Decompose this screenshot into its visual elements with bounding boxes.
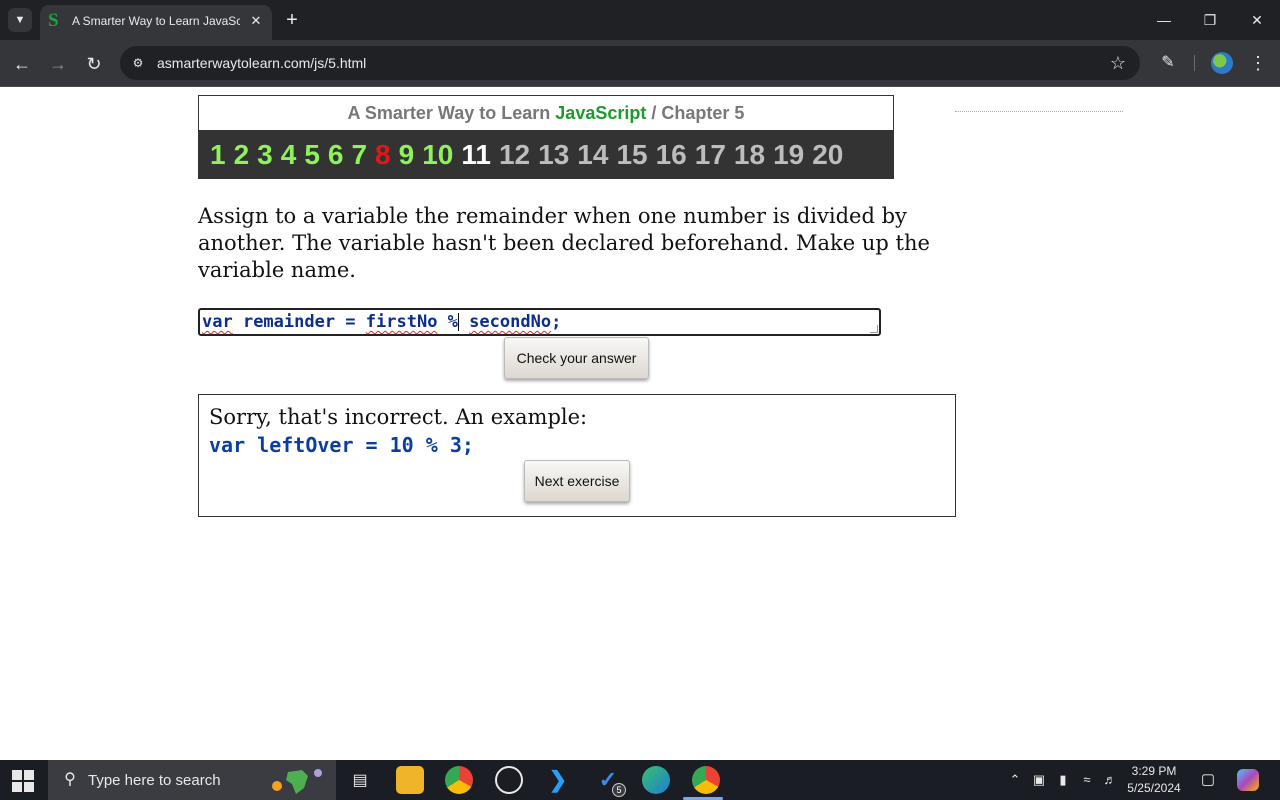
answer-input[interactable]: var remainder = firstNo % secondNo;	[198, 308, 881, 336]
taskbar-clock[interactable]: 3:29 PM 5/25/2024	[1122, 763, 1186, 797]
todo-badge: 5	[612, 783, 626, 797]
browser-tab[interactable]: S A Smarter Way to Learn JavaScript ✕	[40, 5, 272, 40]
search-icon: ⚲	[64, 771, 76, 788]
exercise-link-1[interactable]: 1	[210, 130, 226, 179]
exercise-link-15[interactable]: 15	[616, 130, 647, 179]
battery-icon[interactable]: ▮	[1054, 770, 1072, 790]
title-accent[interactable]: JavaScript	[555, 103, 646, 123]
site-favicon-icon: S	[48, 10, 59, 31]
exercise-link-9[interactable]: 9	[399, 130, 415, 179]
browser-toolbar: ← → ↻ ⚙ asmarterwaytolearn.com/js/5.html…	[0, 40, 1280, 87]
bookmark-star-icon[interactable]: ☆	[1108, 52, 1128, 74]
chatgpt-icon[interactable]	[495, 766, 523, 794]
toolbar-divider	[1194, 55, 1195, 71]
exercise-link-11[interactable]: 11	[461, 130, 491, 179]
feedback-message: Sorry, that's incorrect. An example:	[209, 405, 588, 429]
check-answer-button[interactable]: Check your answer	[504, 337, 649, 379]
exercise-link-16[interactable]: 16	[656, 130, 687, 179]
resize-grip-icon[interactable]	[870, 325, 878, 333]
chrome-icon[interactable]	[445, 766, 473, 794]
exercise-link-13[interactable]: 13	[538, 130, 569, 179]
windows-taskbar: ⚲ Type here to search ▤ ❯ ✓ 5 ⌃ ▣ ▮ ≈ ♬ 3…	[0, 760, 1280, 800]
site-settings-icon[interactable]: ⚙	[129, 54, 147, 72]
answer-text[interactable]: var remainder = firstNo % secondNo;	[202, 312, 561, 332]
restore-button[interactable]: ❐	[1200, 10, 1220, 30]
notifications-icon[interactable]: ▢	[1198, 770, 1218, 790]
next-exercise-button[interactable]: Next exercise	[524, 460, 630, 502]
clock-time: 3:29 PM	[1131, 764, 1177, 778]
task-view-icon[interactable]: ▤	[346, 766, 374, 794]
exercise-link-14[interactable]: 14	[577, 130, 608, 179]
example-code: var leftOver = 10 % 3;	[209, 433, 474, 457]
profile-avatar[interactable]	[1211, 52, 1233, 74]
copilot-icon[interactable]	[1237, 769, 1259, 791]
wifi-icon[interactable]: ≈	[1078, 770, 1096, 790]
exercise-link-20[interactable]: 20	[812, 130, 843, 179]
exercise-link-7[interactable]: 7	[351, 130, 367, 179]
tab-title: A Smarter Way to Learn JavaScript	[72, 14, 240, 28]
feedback-panel: Sorry, that's incorrect. An example: var…	[198, 394, 956, 517]
search-placeholder[interactable]: Type here to search	[88, 772, 221, 789]
new-tab-button[interactable]: +	[282, 8, 302, 32]
taskbar-search[interactable]: ⚲ Type here to search	[48, 760, 336, 800]
volume-icon[interactable]: ♬	[1101, 770, 1119, 790]
page-title: A Smarter Way to Learn JavaScript / Chap…	[199, 96, 893, 130]
exercise-link-2[interactable]: 2	[234, 130, 250, 179]
exercise-link-8[interactable]: 8	[375, 130, 391, 179]
chrome-active-icon[interactable]	[692, 766, 720, 794]
edge-icon[interactable]	[642, 766, 670, 794]
exercise-link-18[interactable]: 18	[734, 130, 765, 179]
reload-button[interactable]: ↻	[82, 52, 106, 76]
meet-now-icon[interactable]: ▣	[1030, 770, 1048, 790]
back-button[interactable]: ←	[10, 52, 34, 76]
course-header: A Smarter Way to Learn JavaScript / Chap…	[198, 95, 894, 179]
title-separator: /	[651, 103, 657, 123]
todo-icon[interactable]: ✓ 5	[594, 766, 626, 797]
exercise-link-6[interactable]: 6	[328, 130, 344, 179]
exercise-link-3[interactable]: 3	[257, 130, 273, 179]
exercise-link-4[interactable]: 4	[281, 130, 297, 179]
tab-search-button[interactable]: ▼	[8, 8, 32, 32]
tab-close-icon[interactable]: ✕	[248, 13, 264, 29]
close-window-button[interactable]: ✕	[1247, 10, 1267, 30]
browser-tab-bar: ▼ S A Smarter Way to Learn JavaScript ✕ …	[0, 0, 1280, 40]
text-caret	[457, 313, 459, 331]
clock-date: 5/25/2024	[1127, 781, 1181, 795]
address-bar[interactable]: ⚙ asmarterwaytolearn.com/js/5.html ☆	[120, 46, 1140, 80]
title-prefix: A Smarter Way to Learn	[347, 103, 551, 123]
minimize-button[interactable]: —	[1154, 10, 1174, 30]
ad-placeholder	[955, 111, 1123, 112]
exercise-link-10[interactable]: 10	[422, 130, 453, 179]
exercise-link-5[interactable]: 5	[304, 130, 320, 179]
exercise-link-12[interactable]: 12	[499, 130, 530, 179]
extensions-icon[interactable]: ✎	[1158, 51, 1178, 75]
chapter-label: Chapter 5	[661, 103, 745, 123]
tray-overflow-icon[interactable]: ⌃	[1006, 770, 1024, 790]
file-explorer-icon[interactable]	[396, 766, 424, 794]
browser-menu-icon[interactable]: ⋮	[1248, 51, 1268, 75]
exercise-prompt: Assign to a variable the remainder when …	[198, 204, 930, 282]
forward-button[interactable]: →	[46, 52, 70, 76]
exercise-link-17[interactable]: 17	[695, 130, 726, 179]
windows-start-icon[interactable]	[12, 770, 34, 792]
url-text[interactable]: asmarterwaytolearn.com/js/5.html	[157, 55, 366, 71]
exercise-link-19[interactable]: 19	[773, 130, 804, 179]
exercise-navigation: 1 2 3 4 5 6 7 8 9 10 11 12 13 14 15 16 17 18 19 20	[199, 130, 893, 179]
search-highlight-icon	[272, 769, 322, 794]
web-page: A Smarter Way to Learn JavaScript / Chap…	[0, 88, 1280, 760]
vscode-icon[interactable]: ❯	[544, 766, 572, 794]
